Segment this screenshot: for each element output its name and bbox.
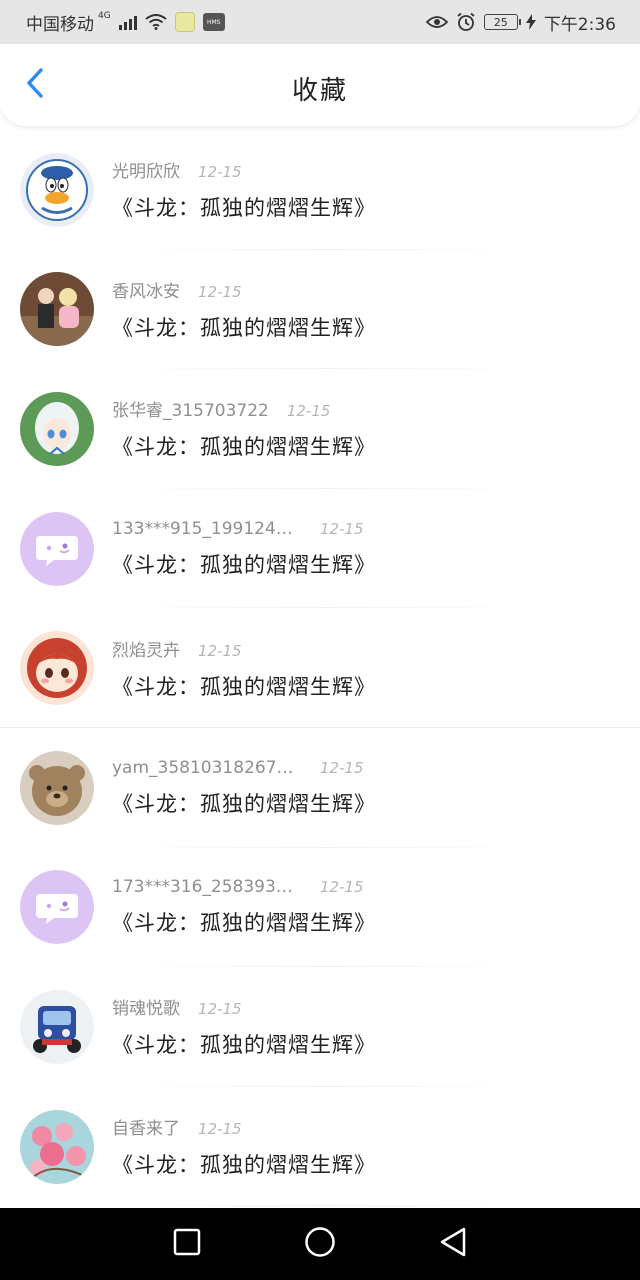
hms-icon: HMS: [202, 13, 225, 31]
date-label: 12-15: [198, 282, 242, 301]
network-type-label: 4G: [98, 11, 111, 21]
circle-home-icon: [304, 1226, 336, 1262]
avatar[interactable]: [20, 989, 94, 1064]
item-content: 销魂悦歌 12-15 《斗龙：孤独的熠熠生辉》: [112, 994, 376, 1059]
list-item[interactable]: 自香来了 12-15 《斗龙：孤独的熠熠生辉》: [0, 1087, 640, 1207]
date-label: 12-15: [198, 641, 242, 660]
item-content: 光明欣欣 12-15 《斗龙：孤独的熠熠生辉》: [112, 157, 376, 222]
favorites-list: 光明欣欣 12-15 《斗龙：孤独的熠熠生辉》 香风冰安 12-15 《斗龙：孤…: [0, 130, 640, 1206]
username[interactable]: 173***316_258393430: [112, 877, 302, 897]
date-label: 12-15: [198, 1120, 242, 1139]
clock-label: 下午2:36: [543, 14, 616, 35]
avatar[interactable]: [20, 272, 94, 347]
username[interactable]: 烈焰灵卉: [112, 636, 180, 661]
app-notification-icon: [174, 12, 195, 32]
date-label: 12-15: [320, 878, 364, 897]
item-content: 173***316_258393430 12-15 《斗龙：孤独的熠熠生辉》: [112, 877, 376, 937]
home-button[interactable]: [290, 1214, 350, 1274]
avatar[interactable]: [20, 750, 94, 825]
list-item[interactable]: 烈焰灵卉 12-15 《斗龙：孤独的熠熠生辉》: [0, 608, 640, 728]
status-bar: 中国移动 4G HMS 25 下午2:36: [0, 0, 640, 44]
item-meta: 133***915_1991245139 12-15: [112, 519, 376, 539]
back-nav-button[interactable]: [423, 1214, 483, 1274]
date-label: 12-15: [320, 519, 364, 538]
date-label: 12-15: [286, 402, 331, 421]
recents-button[interactable]: [157, 1214, 217, 1274]
username[interactable]: 张华睿_315703722: [112, 396, 269, 421]
item-title[interactable]: 《斗龙：孤独的熠熠生辉》: [112, 788, 376, 818]
username[interactable]: yam_358103182676…: [112, 758, 302, 778]
item-meta: 张华睿_315703722 12-15: [112, 396, 376, 421]
list-item[interactable]: 光明欣欣 12-15 《斗龙：孤独的熠熠生辉》: [0, 130, 640, 250]
alarm-icon: [456, 12, 476, 32]
status-right: 25 下午2:36: [425, 10, 616, 35]
item-content: yam_358103182676… 12-15 《斗龙：孤独的熠熠生辉》: [112, 758, 376, 818]
eye-icon: [425, 15, 448, 29]
item-meta: 自香来了 12-15: [112, 1114, 376, 1139]
list-item[interactable]: yam_358103182676… 12-15 《斗龙：孤独的熠熠生辉》: [0, 728, 640, 848]
item-content: 133***915_1991245139 12-15 《斗龙：孤独的熠熠生辉》: [112, 519, 376, 579]
item-content: 香风冰安 12-15 《斗龙：孤独的熠熠生辉》: [112, 277, 376, 342]
avatar[interactable]: [20, 511, 94, 586]
item-title[interactable]: 《斗龙：孤独的熠熠生辉》: [112, 312, 376, 342]
username[interactable]: 自香来了: [112, 1114, 180, 1139]
list-item[interactable]: 张华睿_315703722 12-15 《斗龙：孤独的熠熠生辉》: [0, 369, 640, 489]
item-meta: 香风冰安 12-15: [112, 277, 376, 302]
item-content: 烈焰灵卉 12-15 《斗龙：孤独的熠熠生辉》: [112, 636, 376, 701]
item-meta: 173***316_258393430 12-15: [112, 877, 376, 897]
avatar[interactable]: [20, 391, 94, 466]
list-item[interactable]: 销魂悦歌 12-15 《斗龙：孤独的熠熠生辉》: [0, 967, 640, 1087]
item-title[interactable]: 《斗龙：孤独的熠熠生辉》: [112, 1149, 376, 1179]
battery-icon: 25: [483, 14, 521, 30]
list-item[interactable]: 173***316_258393430 12-15 《斗龙：孤独的熠熠生辉》: [0, 848, 640, 968]
avatar[interactable]: [20, 870, 94, 945]
status-left: 中国移动 4G HMS: [26, 10, 225, 35]
item-title[interactable]: 《斗龙：孤独的熠熠生辉》: [112, 671, 376, 701]
list-item[interactable]: 香风冰安 12-15 《斗龙：孤独的熠熠生辉》: [0, 250, 640, 370]
signal-icon: [118, 14, 137, 30]
item-title[interactable]: 《斗龙：孤独的熠熠生辉》: [112, 1029, 376, 1059]
page-title: 收藏: [291, 76, 348, 106]
avatar[interactable]: [20, 1109, 94, 1184]
avatar[interactable]: [20, 631, 94, 706]
square-recents-icon: [173, 1228, 201, 1260]
item-meta: 烈焰灵卉 12-15: [112, 636, 376, 661]
date-label: 12-15: [198, 1000, 242, 1019]
date-label: 12-15: [198, 163, 242, 182]
username[interactable]: 光明欣欣: [112, 157, 180, 182]
item-title[interactable]: 《斗龙：孤独的熠熠生辉》: [112, 549, 376, 579]
date-label: 12-15: [320, 758, 364, 777]
system-nav-bar: [0, 1208, 640, 1280]
username[interactable]: 销魂悦歌: [112, 994, 180, 1019]
item-meta: 光明欣欣 12-15: [112, 157, 376, 182]
app-header: 收藏: [0, 44, 640, 126]
username[interactable]: 133***915_1991245139: [112, 519, 302, 539]
item-title[interactable]: 《斗龙：孤独的熠熠生辉》: [112, 907, 376, 937]
wifi-icon: [145, 14, 167, 30]
username[interactable]: 香风冰安: [112, 277, 180, 302]
avatar[interactable]: [20, 152, 94, 227]
charging-icon: [525, 14, 536, 30]
battery-level: 25: [493, 15, 508, 29]
item-title[interactable]: 《斗龙：孤独的熠熠生辉》: [112, 192, 376, 222]
item-meta: 销魂悦歌 12-15: [112, 994, 376, 1019]
list-item[interactable]: 133***915_1991245139 12-15 《斗龙：孤独的熠熠生辉》: [0, 489, 640, 609]
item-content: 张华睿_315703722 12-15 《斗龙：孤独的熠熠生辉》: [112, 396, 376, 461]
item-content: 自香来了 12-15 《斗龙：孤独的熠熠生辉》: [112, 1114, 376, 1179]
item-meta: yam_358103182676… 12-15: [112, 758, 376, 778]
item-title[interactable]: 《斗龙：孤独的熠熠生辉》: [112, 431, 376, 461]
carrier-label: 中国移动: [26, 14, 94, 35]
triangle-back-icon: [439, 1227, 467, 1261]
